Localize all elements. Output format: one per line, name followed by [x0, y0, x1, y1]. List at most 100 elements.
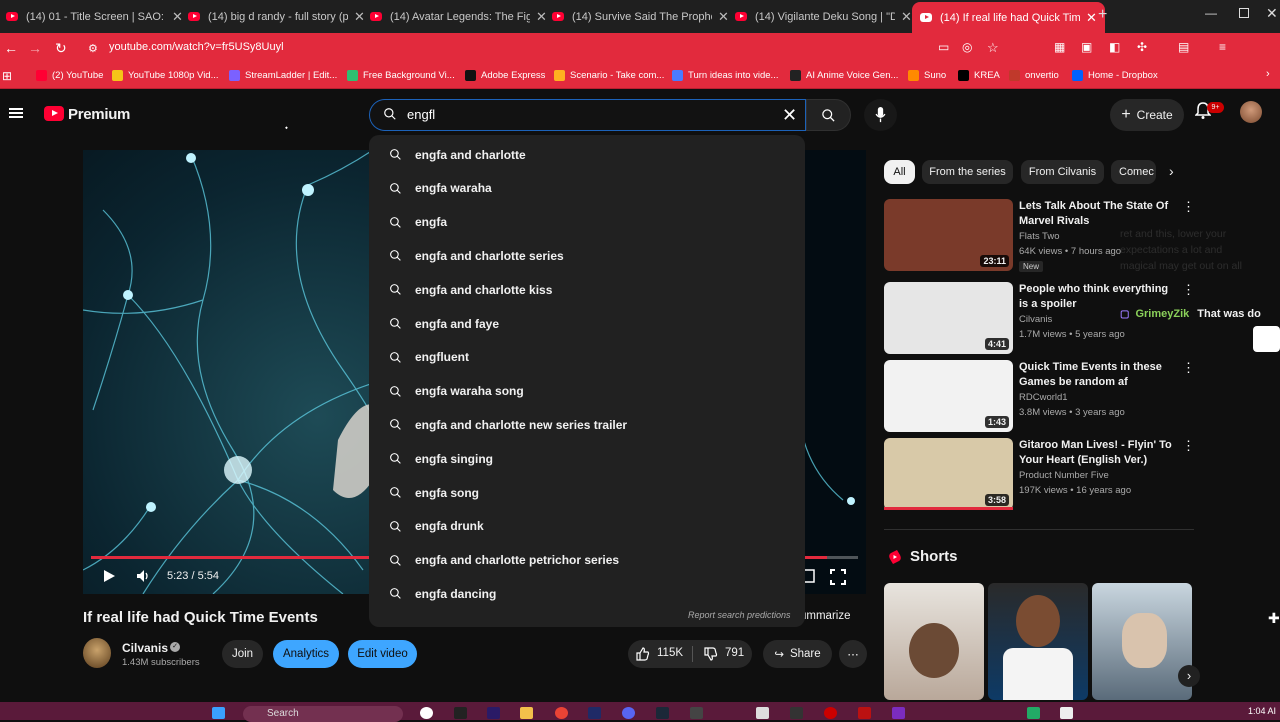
bookmark[interactable]: Free Background Vi... — [347, 70, 455, 81]
edit-video-button[interactable]: Edit video — [348, 640, 417, 668]
browser-tab[interactable]: (14) 01 - Title Screen | SAO: Fat✕ — [6, 4, 183, 29]
bookmark[interactable]: StreamLadder | Edit... — [229, 70, 337, 81]
chip-from-channel[interactable]: From Cilvanis — [1021, 160, 1104, 184]
short-thumbnail[interactable] — [1092, 583, 1192, 700]
like-count[interactable]: 115K — [657, 647, 683, 659]
video-thumbnail[interactable]: 4:41 — [884, 282, 1013, 354]
back-icon[interactable]: ← — [4, 40, 18, 56]
search-suggestion[interactable]: engfa — [389, 206, 447, 239]
bookmark[interactable]: YouTube 1080p Vid... — [112, 70, 219, 81]
bookmark[interactable]: onvertio — [1009, 70, 1059, 81]
discord-icon[interactable] — [622, 707, 635, 719]
close-tab-icon[interactable]: ✕ — [1086, 10, 1097, 26]
summarize-button[interactable]: ummarize — [800, 610, 850, 622]
close-tab-icon[interactable]: ✕ — [901, 9, 912, 25]
close-tab-icon[interactable]: ✕ — [536, 9, 547, 25]
app-icon[interactable] — [824, 707, 837, 719]
browser-tab[interactable]: (14) Avatar Legends: The Fighti ✕ — [370, 4, 547, 29]
bookmark[interactable]: Home - Dropbox — [1072, 70, 1158, 81]
more-actions-button[interactable]: ⋯ — [839, 640, 867, 668]
app-icon[interactable] — [892, 707, 905, 719]
downloads-icon[interactable]: ≡ — [1219, 40, 1226, 54]
more-options-icon[interactable]: ⋮ — [1182, 438, 1195, 454]
tray-icon[interactable] — [1027, 707, 1040, 719]
extension-icon[interactable]: ▣ — [1081, 40, 1092, 54]
report-search-predictions-link[interactable]: Report search predictions — [688, 610, 791, 620]
sparkle-icon[interactable]: ✚ — [1268, 610, 1280, 627]
tray-icon[interactable] — [1060, 707, 1073, 719]
channel-name[interactable]: Cilvanis — [122, 641, 168, 655]
minimize-icon[interactable]: — — [1205, 6, 1217, 20]
maximize-icon[interactable] — [1239, 8, 1249, 18]
apps-grid-icon[interactable]: ⊞ — [2, 69, 12, 83]
recommended-video[interactable]: 1:43 Quick Time Events in these Games be … — [884, 360, 1195, 432]
bookmark[interactable]: AI Anime Voice Gen... — [790, 70, 898, 81]
recommended-video[interactable]: 3:58 Gitaroo Man Lives! - Flyin' To Your … — [884, 438, 1195, 510]
analytics-button[interactable]: Analytics — [273, 640, 339, 668]
bookmark[interactable]: Scenario - Take com... — [554, 70, 664, 81]
recommended-title[interactable]: Quick Time Events in these Games be rand… — [1019, 360, 1179, 390]
premium-logo-text[interactable]: Premium — [68, 106, 130, 123]
bookmark[interactable]: KREA — [958, 70, 1000, 81]
bookmark-star-icon[interactable]: ☆ — [987, 40, 999, 56]
search-suggestion[interactable]: engfa and charlotte — [389, 138, 526, 171]
share-button[interactable]: ↪ Share — [763, 640, 832, 668]
video-thumbnail[interactable]: 3:58 — [884, 438, 1013, 510]
app-icon[interactable] — [454, 707, 467, 719]
account-avatar[interactable] — [1240, 101, 1262, 123]
recommended-channel[interactable]: Product Number Five — [1019, 470, 1109, 481]
site-info-icon[interactable]: ⚙ — [88, 42, 98, 55]
premiere-icon[interactable] — [487, 707, 500, 719]
search-suggestion[interactable]: engfa and faye — [389, 307, 499, 340]
app-icon[interactable] — [858, 707, 871, 719]
search-input[interactable]: engfl ✕ — [369, 99, 806, 131]
more-options-icon[interactable]: ⋮ — [1182, 360, 1195, 376]
puzzle-icon[interactable]: ✣ — [1137, 40, 1147, 54]
bookmark[interactable]: Adobe Express — [465, 70, 545, 81]
search-query[interactable]: engfl — [407, 107, 435, 122]
more-options-icon[interactable]: ⋮ — [1182, 199, 1195, 215]
recommended-title[interactable]: Gitaroo Man Lives! - Flyin' To Your Hear… — [1019, 438, 1179, 468]
steam-icon[interactable] — [656, 707, 669, 719]
fullscreen-icon[interactable] — [830, 569, 846, 585]
close-tab-icon[interactable]: ✕ — [354, 9, 365, 25]
app-icon[interactable] — [420, 707, 433, 719]
extension-icon[interactable]: ◧ — [1109, 40, 1120, 54]
sidebar-icon[interactable]: ▤ — [1178, 40, 1189, 54]
chip-from-series[interactable]: From the series — [922, 160, 1013, 184]
chip-all[interactable]: All — [884, 160, 915, 184]
search-suggestion[interactable]: engfa song — [389, 476, 479, 509]
chrome-icon[interactable] — [555, 707, 568, 719]
search-suggestion[interactable]: engfluent — [389, 341, 469, 374]
bookmark[interactable]: Turn ideas into vide... — [672, 70, 778, 81]
app-icon[interactable] — [790, 707, 803, 719]
bookmark[interactable]: Suno — [908, 70, 946, 81]
search-suggestion[interactable]: engfa dancing — [389, 577, 496, 610]
volume-icon[interactable] — [136, 569, 150, 583]
chip-comedy[interactable]: Comec — [1111, 160, 1156, 184]
search-suggestion[interactable]: engfa and charlotte kiss — [389, 273, 552, 306]
more-bookmarks-icon[interactable]: › — [1266, 68, 1270, 80]
join-button[interactable]: Join — [222, 640, 263, 668]
app-icon[interactable] — [690, 707, 703, 719]
browser-tab[interactable]: (14) big d randy - full story (pa ✕ — [188, 4, 365, 29]
create-button[interactable]: + Create — [1110, 99, 1184, 131]
voice-search-button[interactable] — [864, 99, 897, 131]
recommended-channel[interactable]: Flats Two — [1019, 231, 1059, 242]
recommended-channel[interactable]: RDCworld1 — [1019, 392, 1068, 403]
like-icon[interactable] — [636, 647, 650, 661]
browser-tab-active[interactable]: (14) If real life had Quick Time E✕ — [912, 2, 1105, 33]
close-window-icon[interactable]: ✕ — [1266, 5, 1278, 22]
after-effects-icon[interactable] — [588, 707, 601, 719]
short-thumbnail[interactable] — [884, 583, 984, 700]
channel-avatar[interactable] — [83, 638, 111, 668]
search-suggestion[interactable]: engfa and charlotte series — [389, 239, 564, 272]
chips-next-icon[interactable]: › — [1169, 163, 1174, 179]
overlay-widget-icon[interactable] — [1253, 326, 1280, 352]
dislike-icon[interactable] — [704, 647, 718, 661]
recommended-title[interactable]: Lets Talk About The State Of Marvel Riva… — [1019, 199, 1179, 229]
search-button[interactable] — [806, 99, 851, 131]
more-options-icon[interactable]: ⋮ — [1182, 282, 1195, 298]
close-tab-icon[interactable]: ✕ — [172, 9, 183, 25]
forward-icon[interactable]: → — [28, 40, 42, 56]
